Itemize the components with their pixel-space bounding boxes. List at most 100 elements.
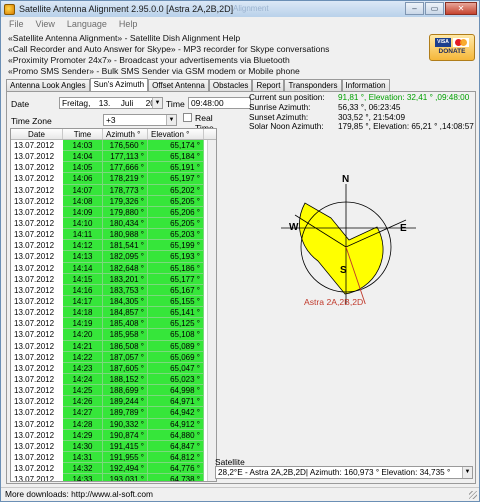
table-row[interactable]: 13.07.2012 14:33 193,031 ° 64,738 ° [11,474,216,481]
date-cell: 13.07.2012 [11,173,63,185]
info-key: Solar Noon Azimuth: [249,122,324,132]
table-row[interactable]: 13.07.2012 14:16 183,753 ° 65,167 ° [11,284,216,296]
chevron-down-icon[interactable]: ▼ [166,115,176,125]
tab-antenna-look-angles[interactable]: Antenna Look Angles [6,79,90,91]
column-header-azimuth[interactable]: Azimuth ° [103,129,148,139]
elevation-cell: 65,125 ° [148,318,204,330]
satellite-select[interactable]: 28,2°E - Astra 2A,2B,2D| Azimuth: 160,97… [215,466,473,479]
info-value: 303,52 °, 21:54:09 [338,112,406,122]
resize-grip-icon[interactable] [469,491,477,499]
time-cell: 14:07 [63,184,103,196]
info-sunset-azimuth: Sunset Azimuth: 303,52 °, 21:54:09 [249,113,479,123]
tab-information[interactable]: Information [341,79,390,91]
table-row[interactable]: 13.07.2012 14:31 191,955 ° 64,812 ° [11,451,216,464]
promo-link[interactable]: «Proximity Promoter 24x7» - Broadcast yo… [8,55,408,66]
time-cell: 14:18 [63,307,103,319]
azimuth-cell: 180,434 ° [103,217,148,230]
table-row[interactable]: 13.07.2012 14:17 184,305 ° 65,155 ° [11,295,216,308]
table-row[interactable]: 13.07.2012 14:19 185,408 ° 65,125 ° [11,318,216,330]
timezone-value: +3 [106,115,116,125]
compass-west-label: W [289,222,299,233]
table-row[interactable]: 13.07.2012 14:07 178,773 ° 65,202 ° [11,184,216,196]
azimuth-cell: 186,508 ° [103,340,148,352]
date-cell: 13.07.2012 [11,240,63,252]
column-header-time[interactable]: Time [63,129,103,139]
table-row[interactable]: 13.07.2012 14:27 189,789 ° 64,942 ° [11,407,216,419]
table-row[interactable]: 13.07.2012 14:05 177,666 ° 65,191 ° [11,162,216,174]
minimize-button[interactable]: – [405,2,424,15]
table-row[interactable]: 13.07.2012 14:32 192,494 ° 64,776 ° [11,463,216,475]
table-row[interactable]: 13.07.2012 14:04 177,113 ° 65,184 ° [11,151,216,163]
elevation-cell: 65,177 ° [148,273,204,285]
tab-report[interactable]: Report [252,79,285,91]
title-bar[interactable]: Satellite Antenna Alignment 2.95.0.0 [As… [1,1,479,17]
info-current-sun-position: Current sun position: 91,81 °, Elevation… [249,93,479,103]
azimuth-cell: 184,857 ° [103,307,148,319]
tab-obstacles[interactable]: Obstacles [208,79,253,91]
chevron-down-icon[interactable]: ▼ [462,467,472,478]
satellite-select-value: 28,2°E - Astra 2A,2B,2D| Azimuth: 160,97… [218,468,451,477]
elevation-cell: 65,167 ° [148,284,204,296]
chevron-down-icon[interactable]: ▼ [152,98,162,108]
status-text[interactable]: More downloads: http://www.al-soft.com [5,489,153,499]
elevation-cell: 64,776 ° [148,463,204,475]
elevation-cell: 64,998 ° [148,385,204,397]
date-cell: 13.07.2012 [11,217,63,230]
menu-view[interactable]: View [36,19,55,29]
date-cell: 13.07.2012 [11,229,63,241]
tab-suns-azimuth[interactable]: Sun's Azimuth [89,78,149,91]
azimuth-cell: 184,305 ° [103,295,148,308]
table-row[interactable]: 13.07.2012 14:23 187,605 ° 65,047 ° [11,362,216,374]
menu-help[interactable]: Help [119,19,138,29]
close-button[interactable]: ✕ [445,2,477,15]
table-row[interactable]: 13.07.2012 14:26 189,244 ° 64,971 ° [11,396,216,408]
column-header-date[interactable]: Date [11,129,63,139]
table-row[interactable]: 13.07.2012 14:25 188,699 ° 64,998 ° [11,385,216,397]
promo-link[interactable]: «Call Recorder and Auto Answer for Skype… [8,44,408,55]
compass-east-label: E [400,223,407,234]
table-row[interactable]: 13.07.2012 14:14 182,648 ° 65,186 ° [11,262,216,274]
promo-link[interactable]: «Satellite Antenna Alignment» - Satellit… [8,33,408,44]
info-key: Sunrise Azimuth: [249,102,311,112]
menu-language[interactable]: Language [67,19,107,29]
time-cell: 14:21 [63,340,103,352]
table-row[interactable]: 13.07.2012 14:06 178,219 ° 65,197 ° [11,173,216,185]
table-row[interactable]: 13.07.2012 14:21 186,508 ° 65,089 ° [11,340,216,352]
table-row[interactable]: 13.07.2012 14:15 183,201 ° 65,177 ° [11,273,216,285]
time-cell: 14:22 [63,351,103,363]
donate-button[interactable]: VISA DONATE [429,34,475,61]
table-row[interactable]: 13.07.2012 14:24 188,152 ° 65,023 ° [11,373,216,386]
table-row[interactable]: 13.07.2012 14:08 179,326 ° 65,205 ° [11,195,216,207]
table-row[interactable]: 13.07.2012 14:03 176,560 ° 65,174 ° [11,140,216,152]
table-row[interactable]: 13.07.2012 14:09 179,880 ° 65,206 ° [11,206,216,218]
promo-links: «Satellite Antenna Alignment» - Satellit… [8,33,408,77]
elevation-cell: 64,738 ° [148,474,204,481]
timezone-select[interactable]: +3 ▼ [103,114,177,126]
table-row[interactable]: 13.07.2012 14:20 185,958 ° 65,108 ° [11,329,216,341]
promo-link[interactable]: «Promo SMS Sender» - Bulk SMS Sender via… [8,66,408,77]
time-cell: 14:33 [63,474,103,481]
realtime-checkbox[interactable] [183,113,192,122]
date-picker[interactable]: Freitag, 13. Juli 20 ▼ [59,97,163,109]
table-row[interactable]: 13.07.2012 14:10 180,434 ° 65,205 ° [11,217,216,230]
time-input[interactable]: 09:48:00 [188,97,251,109]
column-header-elevation[interactable]: Elevation ° [148,129,204,139]
table-row[interactable]: 13.07.2012 14:30 191,415 ° 64,847 ° [11,440,216,452]
table-row[interactable]: 13.07.2012 14:13 182,095 ° 65,193 ° [11,251,216,263]
time-cell: 14:06 [63,173,103,185]
menu-file[interactable]: File [9,19,24,29]
tab-transponders[interactable]: Transponders [284,79,342,91]
table-row[interactable]: 13.07.2012 14:22 187,057 ° 65,069 ° [11,351,216,363]
table-row[interactable]: 13.07.2012 14:18 184,857 ° 65,141 ° [11,307,216,319]
table-row[interactable]: 13.07.2012 14:28 190,332 ° 64,912 ° [11,418,216,430]
info-sunrise-azimuth: Sunrise Azimuth: 56,33 °, 06:23:45 [249,103,479,113]
table-scrollbar[interactable] [207,140,216,481]
table-row[interactable]: 13.07.2012 14:12 181,541 ° 65,199 ° [11,240,216,252]
date-cell: 13.07.2012 [11,373,63,386]
tab-offset-antenna[interactable]: Offset Antenna [148,79,209,91]
azimuth-cell: 182,095 ° [103,251,148,263]
table-row[interactable]: 13.07.2012 14:29 190,874 ° 64,880 ° [11,429,216,441]
maximize-button[interactable]: ▭ [425,2,444,15]
info-value: 56,33 °, 06:23:45 [338,102,401,112]
table-row[interactable]: 13.07.2012 14:11 180,988 ° 65,203 ° [11,229,216,241]
